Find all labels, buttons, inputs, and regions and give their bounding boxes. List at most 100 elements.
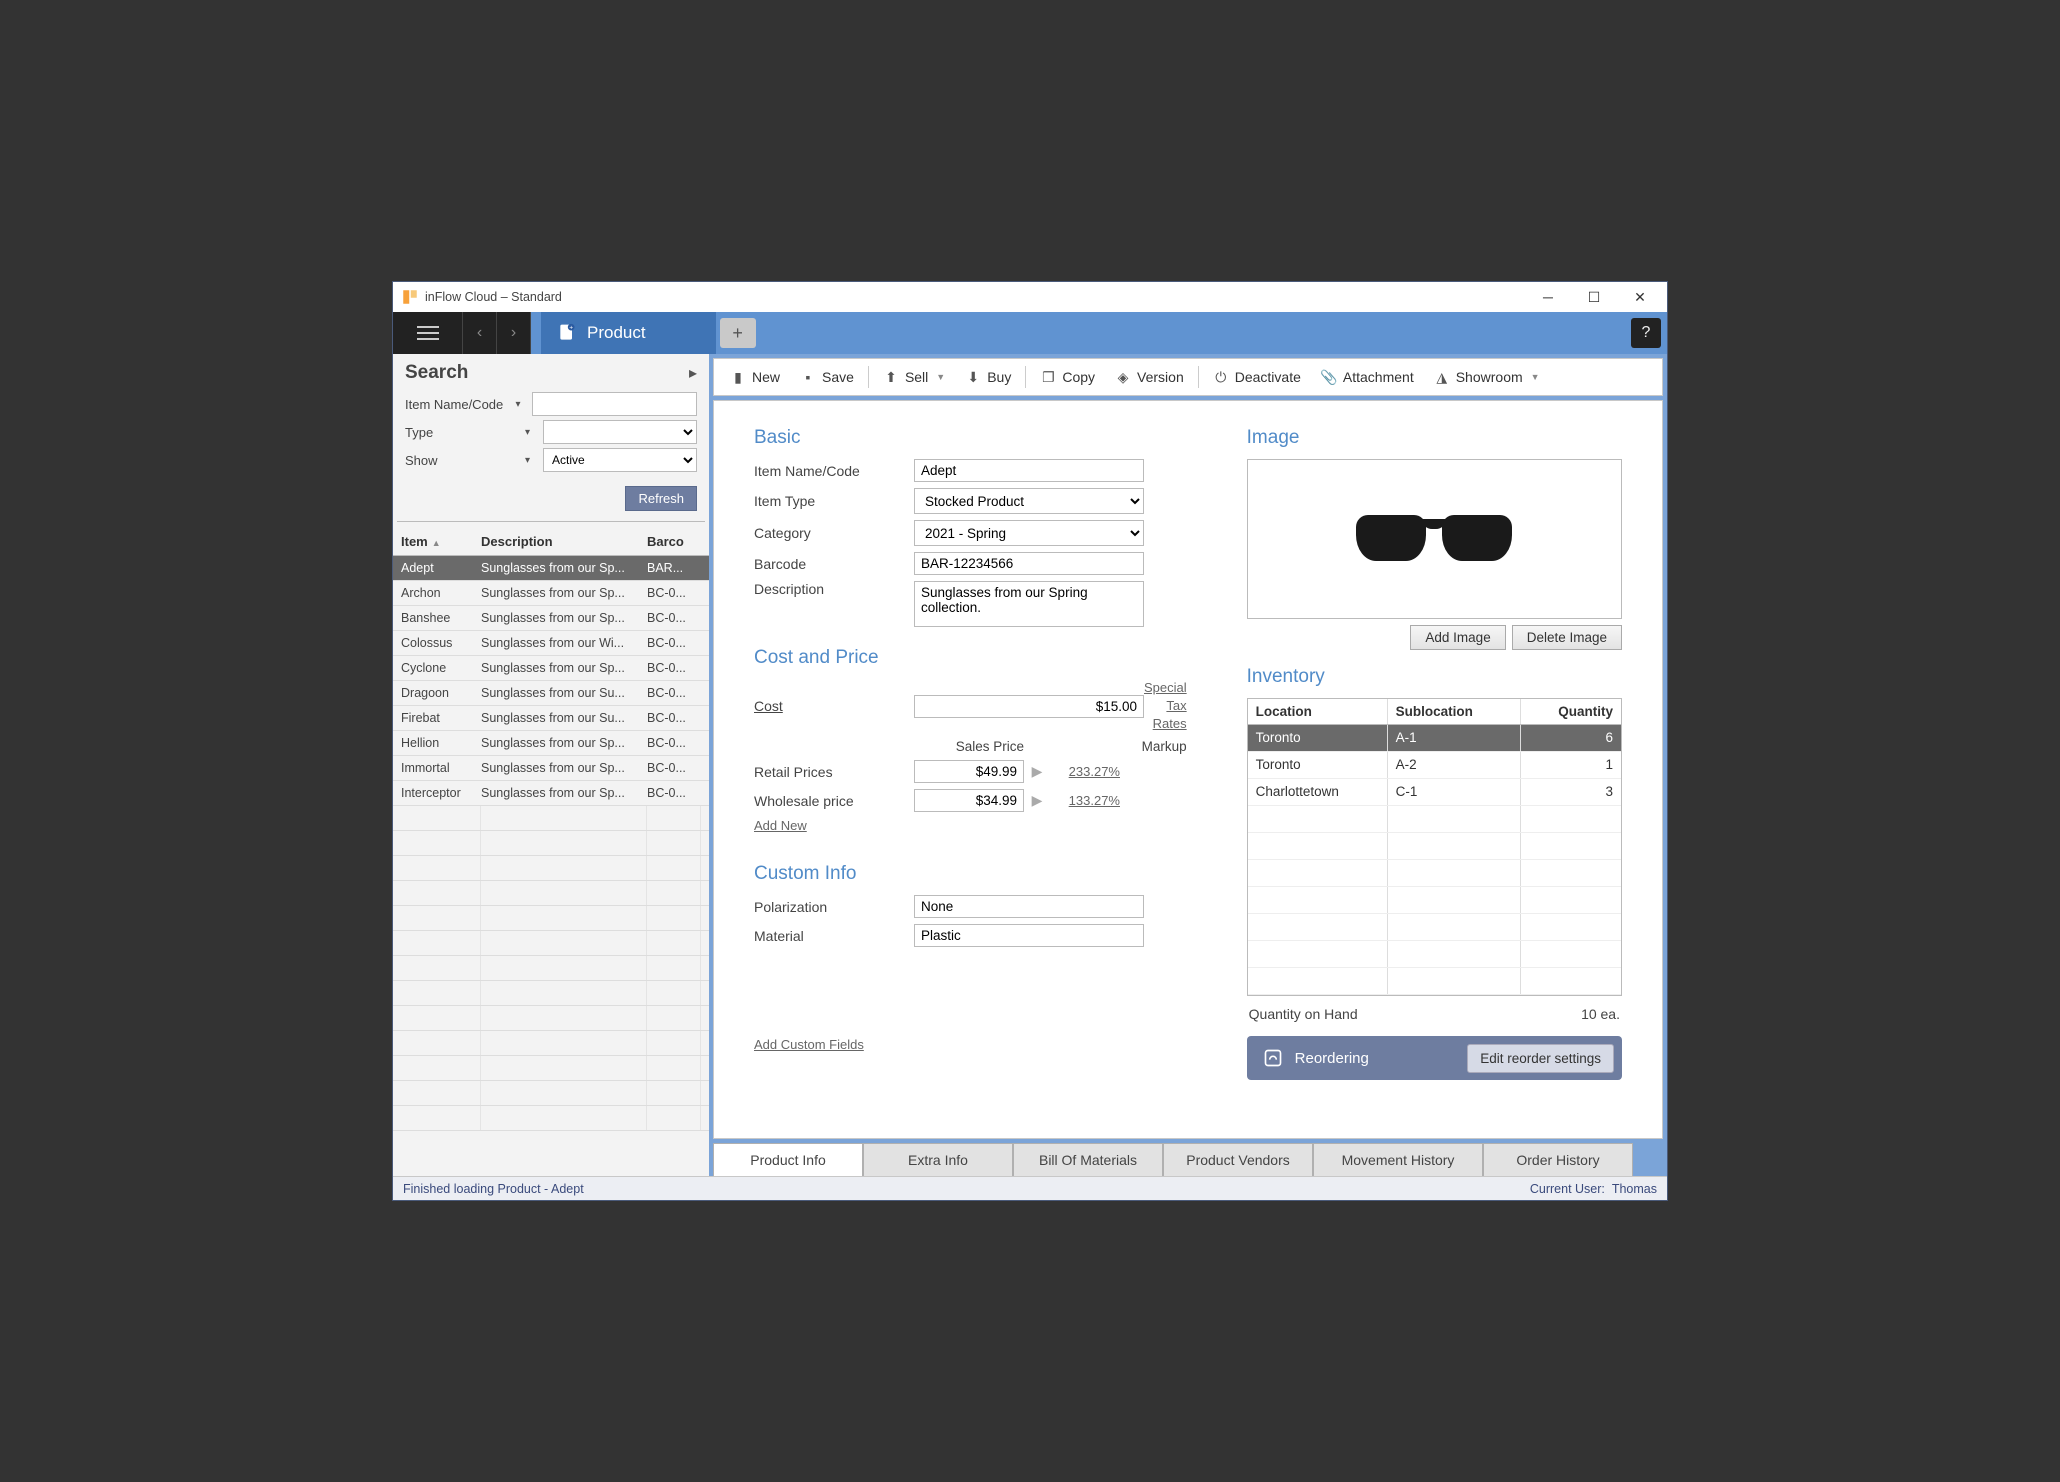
add-image-button[interactable]: Add Image [1410,625,1505,650]
power-icon: ⏻ [1213,369,1229,385]
inventory-row[interactable]: TorontoA-21 [1248,752,1621,779]
description-label: Description [754,581,914,597]
add-custom-fields-link[interactable]: Add Custom Fields [754,1037,864,1052]
col-quantity[interactable]: Quantity [1521,699,1621,724]
section-price: Cost and Price [754,647,1187,669]
filter-type-label: Type [405,425,525,440]
chevron-down-icon[interactable]: ▾ [525,455,543,466]
list-item[interactable]: ImmortalSunglasses from our Sp...BC-0... [393,756,709,781]
version-button[interactable]: ◈Version [1107,365,1192,389]
filter-type-select[interactable] [543,420,697,444]
close-button[interactable]: ✕ [1617,283,1663,311]
app-window: inFlow Cloud – Standard ─ ☐ ✕ ‹ › + Prod… [392,281,1668,1201]
inventory-row[interactable]: TorontoA-16 [1248,725,1621,752]
inventory-row-empty: ... [1248,968,1621,995]
col-description: Description [481,534,647,549]
cost-label[interactable]: Cost [754,698,914,714]
item-name-label: Item Name/Code [754,463,914,479]
divider [397,521,705,522]
version-icon: ◈ [1115,369,1131,385]
list-item[interactable]: FirebatSunglasses from our Su...BC-0... [393,706,709,731]
tab-product[interactable]: + Product [541,312,716,354]
save-button[interactable]: ▪Save [792,365,862,389]
attachment-button[interactable]: 📎Attachment [1313,365,1422,389]
material-input[interactable] [914,924,1144,947]
add-tab-button[interactable]: + [720,318,756,348]
triangle-right-icon: ▶ [1024,792,1050,809]
inventory-table: Location Sublocation Quantity TorontoA-1… [1247,698,1622,996]
list-item-empty [393,806,709,831]
deactivate-button[interactable]: ⏻Deactivate [1205,365,1309,389]
inventory-row[interactable]: CharlottetownC-13 [1248,779,1621,806]
minimize-button[interactable]: ─ [1525,283,1571,311]
polarization-input[interactable] [914,895,1144,918]
search-heading: Search [405,362,468,384]
nav-forward-button[interactable]: › [497,312,531,354]
tab-vendors[interactable]: Product Vendors [1163,1143,1313,1176]
list-item[interactable]: ColossusSunglasses from our Wi...BC-0... [393,631,709,656]
item-name-input[interactable] [914,459,1144,482]
hamburger-icon [417,326,439,340]
copy-button[interactable]: ❐Copy [1032,365,1103,389]
wholesale-input[interactable] [914,789,1024,812]
tab-extra-info[interactable]: Extra Info [863,1143,1013,1176]
list-item[interactable]: BansheeSunglasses from our Sp...BC-0... [393,606,709,631]
list-item-empty [393,931,709,956]
status-bar: Finished loading Product - Adept Current… [393,1176,1667,1200]
sales-price-header: Sales Price [914,739,1024,754]
col-item: Item [401,534,428,549]
collapse-sidebar-icon[interactable]: ▸ [689,363,697,383]
list-item[interactable]: DragoonSunglasses from our Su...BC-0... [393,681,709,706]
add-price-link[interactable]: Add New [754,818,807,833]
reorder-icon [1263,1048,1283,1068]
filter-name-label: Item Name/Code [405,397,515,412]
sell-button[interactable]: ⬆Sell▼ [875,365,953,389]
chevron-down-icon[interactable]: ▾ [525,427,543,438]
inventory-row-empty: ... [1248,806,1621,833]
filter-name-input[interactable] [532,392,697,416]
item-type-select[interactable]: Stocked Product [914,488,1144,514]
category-select[interactable]: 2021 - Spring [914,520,1144,546]
list-item[interactable]: HellionSunglasses from our Sp...BC-0... [393,731,709,756]
tab-bom[interactable]: Bill Of Materials [1013,1143,1163,1176]
list-item-empty [393,1031,709,1056]
tab-orders[interactable]: Order History [1483,1143,1633,1176]
product-image[interactable] [1247,459,1622,619]
new-button[interactable]: ▮New [722,365,788,389]
wholesale-label: Wholesale price [754,793,914,809]
list-item[interactable]: ArchonSunglasses from our Sp...BC-0... [393,581,709,606]
delete-image-button[interactable]: Delete Image [1512,625,1622,650]
barcode-input[interactable] [914,552,1144,575]
description-input[interactable] [914,581,1144,627]
col-location[interactable]: Location [1248,699,1388,724]
tab-movement[interactable]: Movement History [1313,1143,1483,1176]
retail-markup-link[interactable]: 233.27% [1050,764,1120,779]
results-header[interactable]: Item▲ Description Barco [393,528,709,556]
chevron-down-icon: ▼ [936,372,945,382]
inventory-row-empty: ... [1248,941,1621,968]
chevron-down-icon[interactable]: ▾ [515,399,532,410]
filter-show-select[interactable]: Active [543,448,697,472]
barcode-label: Barcode [754,556,914,572]
cost-input[interactable] [914,695,1144,718]
col-sublocation[interactable]: Sublocation [1388,699,1521,724]
showroom-button[interactable]: ◮Showroom▼ [1426,365,1548,389]
retail-input[interactable] [914,760,1024,783]
hamburger-menu-button[interactable] [393,312,463,354]
list-item[interactable]: CycloneSunglasses from our Sp...BC-0... [393,656,709,681]
buy-button[interactable]: ⬇Buy [957,365,1019,389]
special-tax-link[interactable]: Special Tax Rates [1144,680,1187,731]
maximize-button[interactable]: ☐ [1571,283,1617,311]
list-item-empty [393,956,709,981]
list-item[interactable]: AdeptSunglasses from our Sp...BAR... [393,556,709,581]
list-item[interactable]: InterceptorSunglasses from our Sp...BC-0… [393,781,709,806]
filter-show-label: Show [405,453,525,468]
retail-label: Retail Prices [754,764,914,780]
edit-reorder-button[interactable]: Edit reorder settings [1467,1044,1614,1073]
wholesale-markup-link[interactable]: 133.27% [1050,793,1120,808]
nav-back-button[interactable]: ‹ [463,312,497,354]
polarization-label: Polarization [754,899,914,915]
refresh-button[interactable]: Refresh [625,486,697,511]
tab-product-info[interactable]: Product Info [713,1143,863,1176]
help-button[interactable]: ? [1631,318,1661,348]
